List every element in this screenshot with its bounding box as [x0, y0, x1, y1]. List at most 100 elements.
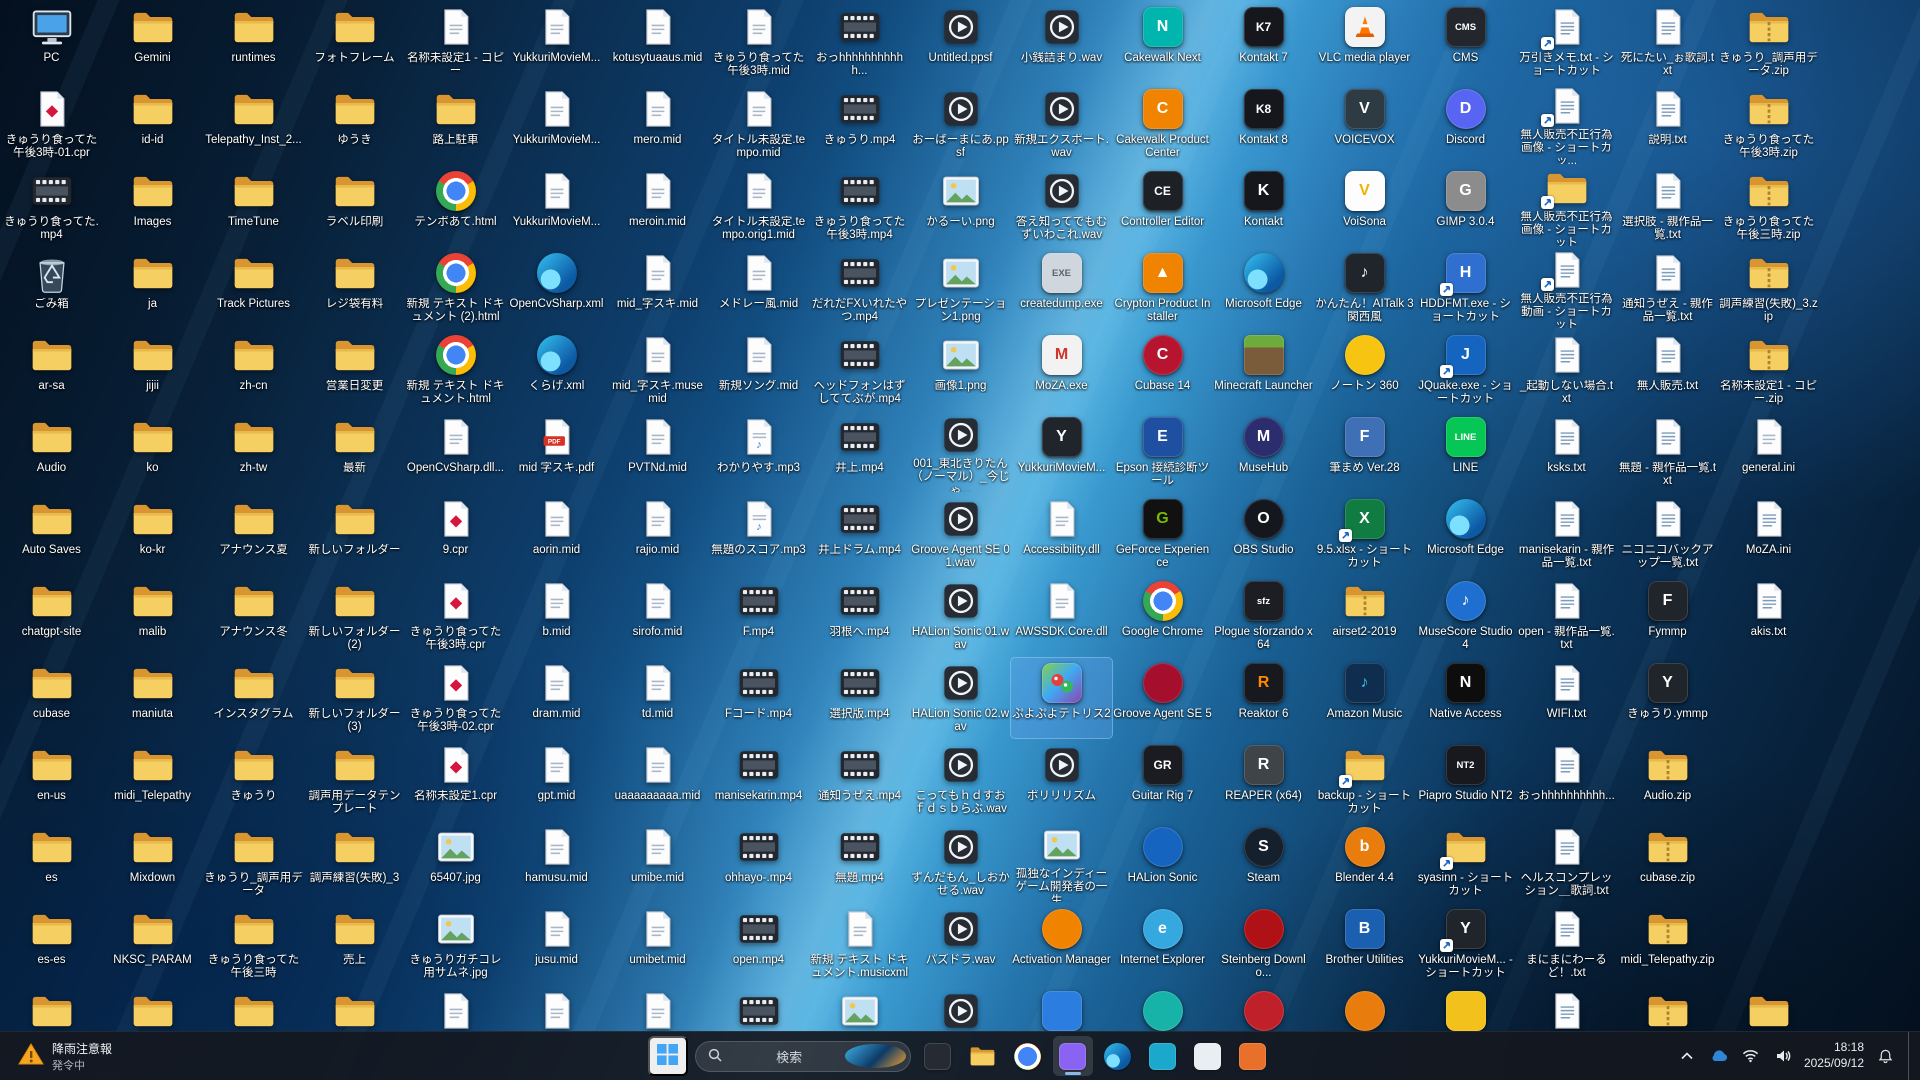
desktop-icon[interactable]: chatgpt-site	[1, 576, 102, 656]
desktop-icon[interactable]: 調声練習(失敗)_3	[304, 822, 405, 902]
desktop-icon[interactable]: HALion Sonic	[1112, 822, 1213, 902]
desktop-icon[interactable]: rajio.mid	[607, 494, 708, 574]
desktop-icon[interactable]: 井上.mp4	[809, 412, 910, 492]
desktop-icon[interactable]: ずんだもん_しおかせる.wav	[910, 822, 1011, 902]
desktop-icon[interactable]: maniuta	[102, 658, 203, 738]
desktop-icon[interactable]: 名称未設定1 - コピー	[405, 2, 506, 82]
desktop-icon[interactable]	[1516, 986, 1617, 1032]
desktop-icon[interactable]: O OBS Studio	[1213, 494, 1314, 574]
desktop-icon[interactable]: Y YukkuriMovieM...	[1011, 412, 1112, 492]
notification-bell-icon[interactable]	[1874, 1042, 1896, 1070]
desktop-icon[interactable]: ksks.txt	[1516, 412, 1617, 492]
desktop-icon[interactable]: HALion Sonic 01.wav	[910, 576, 1011, 656]
desktop-icon[interactable]	[1718, 986, 1819, 1032]
desktop-icon[interactable]: PVTNd.mid	[607, 412, 708, 492]
desktop-icon[interactable]: ko	[102, 412, 203, 492]
desktop-icon[interactable]: ゆうき	[304, 84, 405, 164]
desktop-icon[interactable]: sfz Plogue sforzando x64	[1213, 576, 1314, 656]
desktop-icon[interactable]: ♪ かんたん！AITalk 3 関西風	[1314, 248, 1415, 328]
desktop-icon[interactable]: 井上ドラム.mp4	[809, 494, 910, 574]
desktop-icon[interactable]: Audio	[1, 412, 102, 492]
desktop-icon[interactable]	[809, 986, 910, 1032]
desktop-icon[interactable]: en-us	[1, 740, 102, 820]
desktop-icon[interactable]	[304, 986, 405, 1032]
desktop-icon[interactable]: おーばーまにあ.ppsf	[910, 84, 1011, 164]
taskbar-pinned-dark-app[interactable]	[918, 1036, 958, 1076]
desktop-icon[interactable]: WIFI.txt	[1516, 658, 1617, 738]
show-desktop-button[interactable]	[1908, 1032, 1914, 1080]
desktop-icon[interactable]: ko-kr	[102, 494, 203, 574]
desktop-icon[interactable]: ▲ Crypton Product Installer	[1112, 248, 1213, 328]
desktop-icon[interactable]	[708, 986, 809, 1032]
desktop-icon[interactable]: V VoiSona	[1314, 166, 1415, 246]
desktop-icon[interactable]: 新しいフォルダー	[304, 494, 405, 574]
desktop-icon[interactable]: ラベル印刷	[304, 166, 405, 246]
desktop-icon[interactable]: zh-cn	[203, 330, 304, 410]
desktop-icon[interactable]: D Discord	[1415, 84, 1516, 164]
desktop-icon[interactable]: NKSC_PARAM	[102, 904, 203, 984]
desktop-icon[interactable]: きゅうり食ってた午後3時-02.cpr	[405, 658, 506, 738]
desktop-icon[interactable]: ニコニコバックアップ一覧.txt	[1617, 494, 1718, 574]
desktop-icon[interactable]: 無人販売不正行為画像 - ショートカッ...	[1516, 84, 1617, 164]
desktop-icon[interactable]	[203, 986, 304, 1032]
desktop-icon[interactable]: Accessibility.dll	[1011, 494, 1112, 574]
desktop-icon[interactable]: Images	[102, 166, 203, 246]
desktop-icon[interactable]: R REAPER (x64)	[1213, 740, 1314, 820]
desktop-icon[interactable]: cubase	[1, 658, 102, 738]
desktop-icon[interactable]: malib	[102, 576, 203, 656]
desktop-icon[interactable]: manisekarin.mp4	[708, 740, 809, 820]
desktop-icon[interactable]: C Cakewalk Product Center	[1112, 84, 1213, 164]
desktop-icon[interactable]: きゅうり.mp4	[809, 84, 910, 164]
desktop-icon[interactable]: Mixdown	[102, 822, 203, 902]
desktop-icon[interactable]: CMS CMS	[1415, 2, 1516, 82]
desktop-icon[interactable]: N Cakewalk Next	[1112, 2, 1213, 82]
desktop-icon[interactable]: アナウンス夏	[203, 494, 304, 574]
desktop-icon[interactable]: J JQuake.exe - ショートカット	[1415, 330, 1516, 410]
desktop-icon[interactable]: YukkuriMovieM...	[506, 84, 607, 164]
desktop-icon[interactable]	[607, 986, 708, 1032]
desktop-icon[interactable]: Activation Manager	[1011, 904, 1112, 984]
desktop-icon[interactable]: es-es	[1, 904, 102, 984]
desktop-icon[interactable]	[102, 986, 203, 1032]
desktop-icon[interactable]: きゅうり食ってた午後3時.cpr	[405, 576, 506, 656]
desktop-icon[interactable]: フォトフレーム	[304, 2, 405, 82]
desktop-icon[interactable]: mid_字スキ.mid	[607, 248, 708, 328]
desktop-icon[interactable]: S Steam	[1213, 822, 1314, 902]
desktop-icon[interactable]: だれだFXいれたやつ.mp4	[809, 248, 910, 328]
desktop-icon[interactable]: hamusu.mid	[506, 822, 607, 902]
desktop-icon[interactable]: MoZA.ini	[1718, 494, 1819, 574]
desktop-icon[interactable]: LINE LINE	[1415, 412, 1516, 492]
desktop-icon[interactable]: 売上	[304, 904, 405, 984]
desktop-icon[interactable]: 名称未設定1 - コピー.zip	[1718, 330, 1819, 410]
desktop-icon[interactable]: umibe.mid	[607, 822, 708, 902]
desktop-icon[interactable]: PDF mid 字スキ.pdf	[506, 412, 607, 492]
desktop-icon[interactable]: td.mid	[607, 658, 708, 738]
desktop-icon[interactable]: 無人販売.txt	[1617, 330, 1718, 410]
taskbar-search-box[interactable]: 検索	[694, 1040, 911, 1072]
desktop-icon[interactable]: まにまにわーるど！.txt	[1516, 904, 1617, 984]
desktop-icon[interactable]	[1112, 986, 1213, 1032]
desktop-icon[interactable]: Y きゅうり.ymmp	[1617, 658, 1718, 738]
desktop-icon[interactable]: jusu.mid	[506, 904, 607, 984]
desktop-icon[interactable]: きゅうり食ってた.mp4	[1, 166, 102, 246]
desktop-icon[interactable]	[506, 986, 607, 1032]
desktop-icon[interactable]	[910, 986, 1011, 1032]
desktop-icon[interactable]: H HDDFMT.exe - ショートカット	[1415, 248, 1516, 328]
desktop-icon[interactable]: umibet.mid	[607, 904, 708, 984]
desktop-icon[interactable]: open - 親作品一覧.txt	[1516, 576, 1617, 656]
desktop-icon[interactable]: kotusytuaaus.mid	[607, 2, 708, 82]
desktop-icon[interactable]: akis.txt	[1718, 576, 1819, 656]
desktop-icon[interactable]: K7 Kontakt 7	[1213, 2, 1314, 82]
desktop-icon[interactable]: メドレー風.mid	[708, 248, 809, 328]
desktop-icon[interactable]: GR Guitar Rig 7	[1112, 740, 1213, 820]
desktop-icon[interactable]: きゅうり_調声用データ	[203, 822, 304, 902]
desktop-icon[interactable]: airset2-2019	[1314, 576, 1415, 656]
onedrive-icon[interactable]	[1708, 1042, 1730, 1070]
desktop-icon[interactable]: CE Controller Editor	[1112, 166, 1213, 246]
desktop-icon[interactable]: 名称未設定1.cpr	[405, 740, 506, 820]
desktop-icon[interactable]: V VOICEVOX	[1314, 84, 1415, 164]
desktop-icon[interactable]: 死にたい_ぉ歌詞.txt	[1617, 2, 1718, 82]
desktop-icon[interactable]: _起動しない場合.txt	[1516, 330, 1617, 410]
desktop-icon[interactable]: 新しいフォルダー (3)	[304, 658, 405, 738]
desktop-icon[interactable]: きゅうり食ってた午後三時.zip	[1718, 166, 1819, 246]
